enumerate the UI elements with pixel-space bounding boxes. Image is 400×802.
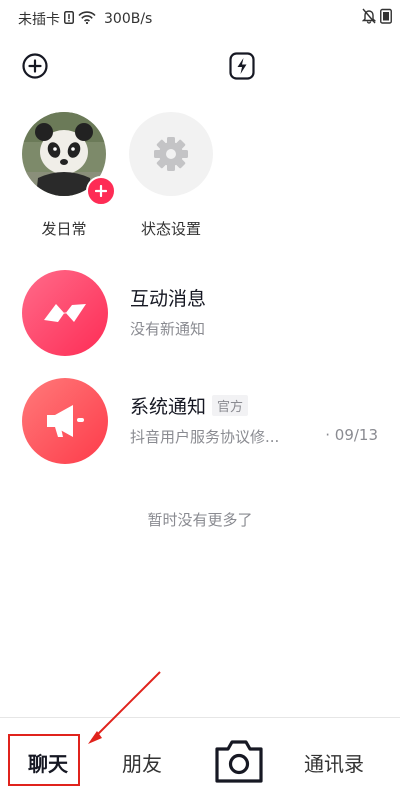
plus-circle-icon: [22, 53, 48, 79]
nav-contacts[interactable]: 通讯录: [304, 748, 364, 777]
nav-chat[interactable]: 聊天: [28, 748, 68, 777]
mute-bell-icon: [361, 8, 377, 28]
messages-screen: 未插卡 300B/s 发日常 状态设置 互动消息 没有新通知 系统通知 官方 抖…: [0, 0, 400, 802]
plus-icon: [95, 185, 107, 197]
no-more-hint: 暂时没有更多了: [147, 511, 253, 529]
flash-button[interactable]: [222, 46, 262, 86]
status-settings-label: 状态设置: [140, 220, 201, 238]
official-badge: 官方: [212, 395, 249, 416]
interaction-icon-circle: [22, 270, 108, 356]
messenger-icon: [44, 304, 86, 322]
gear-icon: [154, 137, 188, 171]
add-story-badge[interactable]: [86, 176, 116, 206]
status-left: 未插卡 300B/s: [18, 9, 152, 29]
interaction-messages-row[interactable]: 互动消息 没有新通知: [0, 270, 400, 370]
nav-friends[interactable]: 朋友: [122, 748, 162, 777]
camera-icon: [215, 740, 263, 783]
megaphone-icon: [47, 405, 84, 437]
system-subtitle: 抖音用户服务协议修...: [130, 428, 280, 446]
add-button[interactable]: [15, 46, 55, 86]
interaction-subtitle: 没有新通知: [130, 320, 206, 338]
camera-button[interactable]: [213, 737, 265, 785]
battery-icon: [380, 8, 392, 28]
bottom-nav: 聊天 朋友 通讯录: [0, 717, 400, 802]
status-right: [361, 8, 392, 28]
status-settings-circle: [129, 112, 213, 196]
post-daily-label: 发日常: [41, 220, 87, 238]
system-date: · 09/13: [325, 426, 378, 444]
system-title-line: 系统通知 官方: [130, 392, 249, 419]
system-title: 系统通知: [130, 396, 207, 418]
network-speed: 300B/s: [104, 11, 153, 27]
system-icon-circle: [22, 378, 108, 464]
lightning-icon: [229, 52, 255, 80]
system-notification-row[interactable]: 系统通知 官方 抖音用户服务协议修... · 09/13: [0, 378, 400, 478]
interaction-title: 互动消息: [130, 288, 207, 310]
sim-alert-icon: [64, 10, 74, 28]
status-bar: 未插卡 300B/s: [0, 0, 400, 34]
wifi-icon: [78, 10, 96, 28]
carrier-text: 未插卡: [18, 12, 60, 28]
